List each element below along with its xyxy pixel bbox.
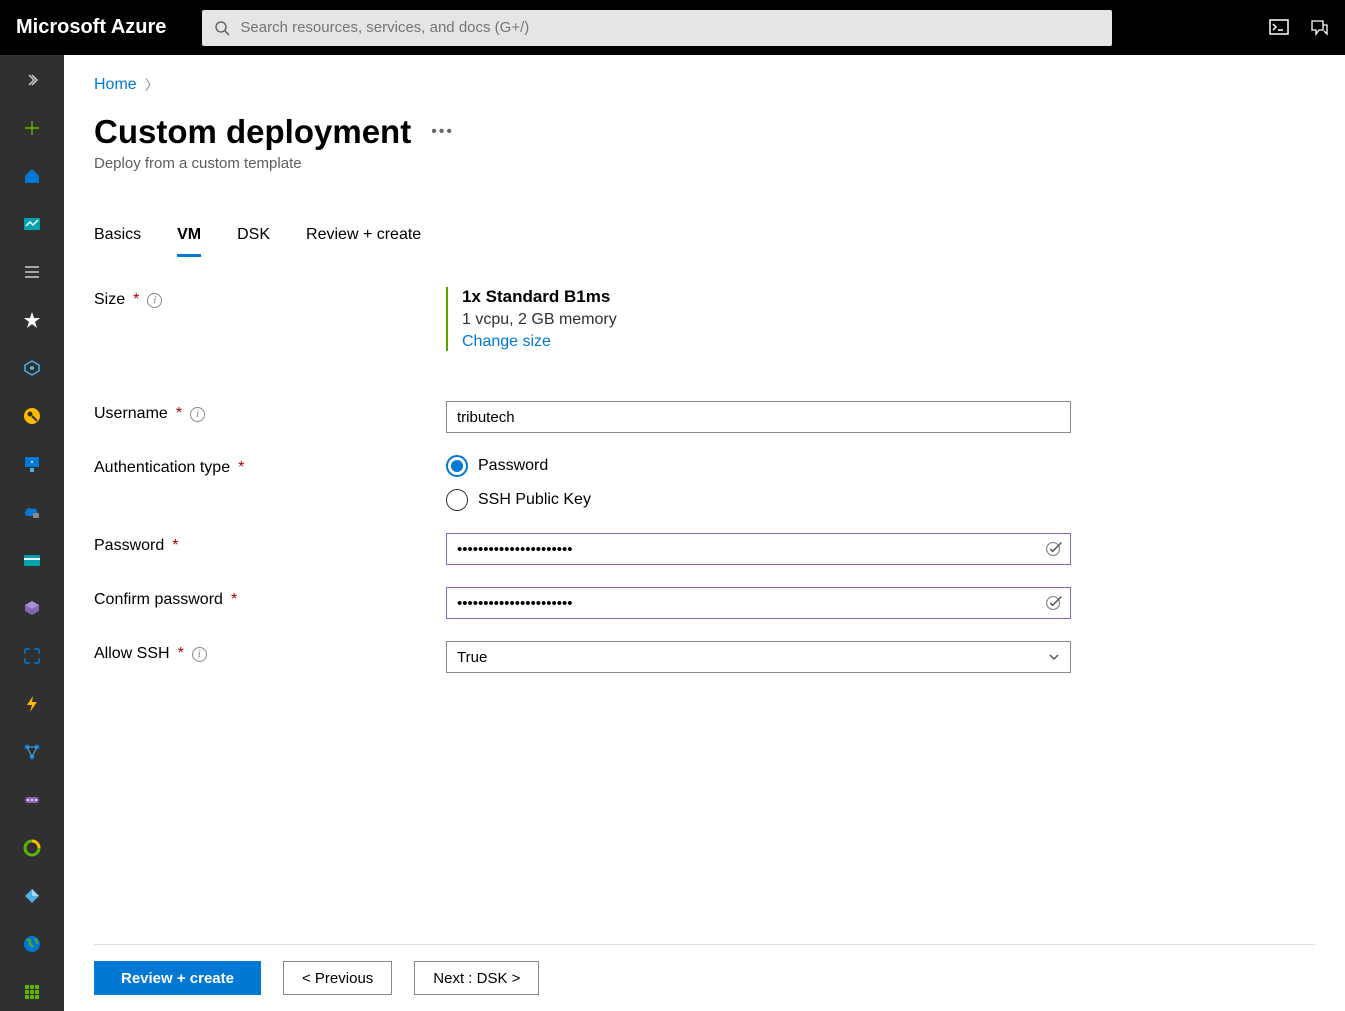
nav-home-icon[interactable] xyxy=(0,161,64,191)
nav-network-icon[interactable] xyxy=(0,737,64,767)
nav-purple-icon[interactable] xyxy=(0,785,64,815)
next-button[interactable]: Next : DSK > xyxy=(414,961,539,995)
nav-diamond-icon[interactable] xyxy=(0,881,64,911)
nav-favorites-icon[interactable] xyxy=(0,305,64,335)
radio-password[interactable]: Password xyxy=(446,455,1071,477)
radio-label: SSH Public Key xyxy=(478,491,591,509)
breadcrumb-home[interactable]: Home xyxy=(94,76,137,94)
nav-all-services-icon[interactable] xyxy=(0,257,64,287)
required-marker: * xyxy=(231,591,237,609)
tab-review[interactable]: Review + create xyxy=(306,226,421,257)
size-name: 1x Standard B1ms xyxy=(462,287,1071,307)
chevron-right-icon: 〉 xyxy=(145,75,159,95)
select-value: True xyxy=(457,649,487,666)
password-input[interactable] xyxy=(446,533,1071,565)
row-size: Size * i 1x Standard B1ms 1 vcpu, 2 GB m… xyxy=(94,287,1315,379)
page-title: Custom deployment xyxy=(94,113,411,151)
search-icon xyxy=(214,20,230,36)
review-create-button[interactable]: Review + create xyxy=(94,961,261,995)
allow-ssh-select[interactable]: True xyxy=(446,641,1071,673)
label-auth-type: Authentication type xyxy=(94,459,230,477)
label-size: Size xyxy=(94,291,125,309)
required-marker: * xyxy=(238,459,244,477)
required-marker: * xyxy=(172,537,178,555)
tab-basics[interactable]: Basics xyxy=(94,226,141,257)
search-input[interactable] xyxy=(240,19,1100,36)
chevron-down-icon xyxy=(1048,651,1060,663)
nav-globe-icon[interactable] xyxy=(0,929,64,959)
auth-radio-group: Password SSH Public Key xyxy=(446,455,1071,511)
page-subtitle: Deploy from a custom template xyxy=(94,155,1315,172)
tabs: Basics VM DSK Review + create xyxy=(94,226,1315,257)
radio-label: Password xyxy=(478,457,548,475)
row-auth-type: Authentication type * Password SSH Publi… xyxy=(94,455,1315,511)
nav-monitor-icon[interactable] xyxy=(0,449,64,479)
size-summary: 1x Standard B1ms 1 vcpu, 2 GB memory Cha… xyxy=(446,287,1071,351)
nav-resource-icon[interactable] xyxy=(0,353,64,383)
label-allow-ssh: Allow SSH xyxy=(94,645,170,663)
main-content: Home 〉 Custom deployment ••• Deploy from… xyxy=(64,55,1345,1011)
info-icon[interactable]: i xyxy=(190,407,205,422)
nav-cloud-icon[interactable] xyxy=(0,497,64,527)
nav-grid-icon[interactable] xyxy=(0,977,64,1007)
row-confirm-password: Confirm password * xyxy=(94,587,1315,619)
nav-key-icon[interactable] xyxy=(0,401,64,431)
label-username: Username xyxy=(94,405,168,423)
nav-cube-icon[interactable] xyxy=(0,593,64,623)
wizard-footer: Review + create < Previous Next : DSK > xyxy=(94,944,1315,1011)
nav-functions-icon[interactable] xyxy=(0,689,64,719)
left-nav-rail xyxy=(0,55,64,1011)
top-bar: Microsoft Azure xyxy=(0,0,1345,55)
feedback-icon[interactable] xyxy=(1309,18,1329,38)
radio-icon xyxy=(446,455,468,477)
radio-ssh[interactable]: SSH Public Key xyxy=(446,489,1071,511)
logo: Microsoft Azure xyxy=(16,16,166,39)
required-marker: * xyxy=(178,645,184,663)
nav-dashboard-icon[interactable] xyxy=(0,209,64,239)
size-spec: 1 vcpu, 2 GB memory xyxy=(462,311,1071,329)
radio-icon xyxy=(446,489,468,511)
topbar-actions xyxy=(1269,18,1329,38)
label-password: Password xyxy=(94,537,164,555)
label-confirm-password: Confirm password xyxy=(94,591,223,609)
nav-donut-icon[interactable] xyxy=(0,833,64,863)
info-icon[interactable]: i xyxy=(147,293,162,308)
breadcrumb: Home 〉 xyxy=(94,75,1315,95)
form: Size * i 1x Standard B1ms 1 vcpu, 2 GB m… xyxy=(94,287,1315,944)
more-actions-button[interactable]: ••• xyxy=(431,123,454,141)
tab-vm[interactable]: VM xyxy=(177,226,201,257)
change-size-link[interactable]: Change size xyxy=(462,333,551,351)
required-marker: * xyxy=(176,405,182,423)
previous-button[interactable]: < Previous xyxy=(283,961,392,995)
info-icon[interactable]: i xyxy=(192,647,207,662)
nav-create-icon[interactable] xyxy=(0,113,64,143)
cloud-shell-icon[interactable] xyxy=(1269,18,1289,38)
tab-dsk[interactable]: DSK xyxy=(237,226,270,257)
nav-scale-icon[interactable] xyxy=(0,641,64,671)
validation-check-icon[interactable] xyxy=(1043,592,1065,614)
nav-expand-button[interactable] xyxy=(0,65,64,95)
row-allow-ssh: Allow SSH * i True xyxy=(94,641,1315,673)
row-username: Username * i xyxy=(94,401,1315,433)
nav-billing-icon[interactable] xyxy=(0,545,64,575)
required-marker: * xyxy=(133,291,139,309)
row-password: Password * xyxy=(94,533,1315,565)
username-input[interactable] xyxy=(446,401,1071,433)
search-box[interactable] xyxy=(202,10,1112,46)
confirm-password-input[interactable] xyxy=(446,587,1071,619)
validation-check-icon[interactable] xyxy=(1043,538,1065,560)
